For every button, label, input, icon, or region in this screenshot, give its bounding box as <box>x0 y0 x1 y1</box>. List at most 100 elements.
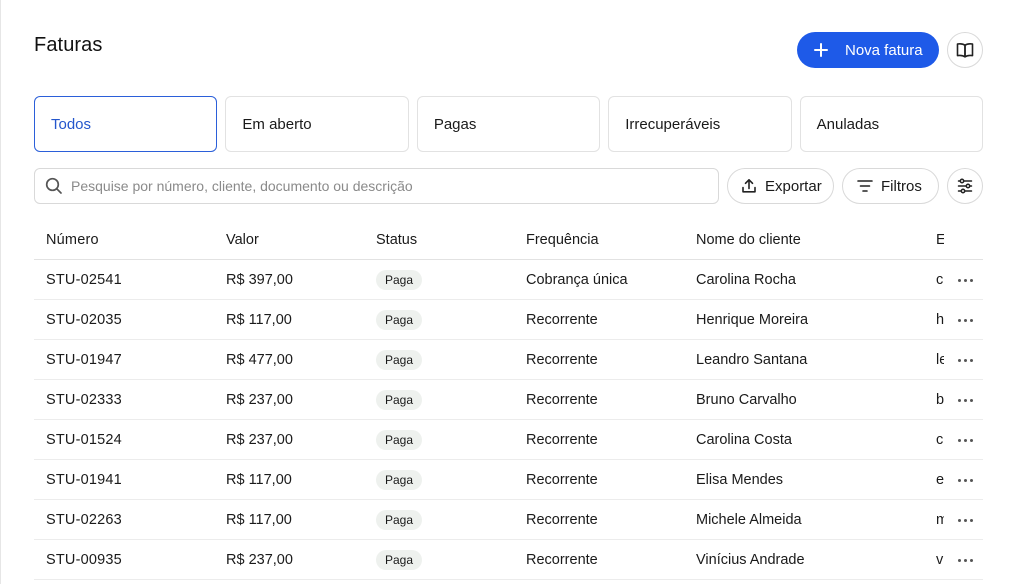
invoice-number: STU-02541 <box>46 272 122 288</box>
row-actions-button[interactable] <box>954 540 976 580</box>
client-email: e <box>936 472 944 488</box>
client-name: Carolina Costa <box>696 432 792 448</box>
invoice-frequency: Recorrente <box>526 432 598 448</box>
client-email: le <box>936 352 944 368</box>
search-input[interactable] <box>71 178 691 194</box>
docs-button[interactable] <box>947 32 983 68</box>
more-icon <box>957 318 973 322</box>
column-header-email[interactable]: E <box>936 220 944 260</box>
table-row[interactable]: STU-01941 R$ 117,00 Paga Recorrente Elis… <box>34 460 983 500</box>
client-email: h <box>936 312 944 328</box>
invoice-number: STU-00935 <box>46 552 122 568</box>
client-name: Leandro Santana <box>696 352 808 368</box>
invoice-frequency: Recorrente <box>526 312 598 328</box>
status-badge: Paga <box>376 350 423 370</box>
more-icon <box>957 398 973 402</box>
invoice-frequency: Recorrente <box>526 512 598 528</box>
status-badge: Paga <box>376 510 423 530</box>
new-invoice-label: Nova fatura <box>845 41 923 59</box>
client-name: Elisa Mendes <box>696 472 784 488</box>
row-actions-button[interactable] <box>954 460 976 500</box>
more-icon <box>957 278 973 282</box>
client-email: v <box>936 552 944 568</box>
table-row[interactable]: STU-01524 R$ 237,00 Paga Recorrente Caro… <box>34 420 983 460</box>
invoice-frequency: Recorrente <box>526 392 598 408</box>
export-label: Exportar <box>765 177 822 195</box>
invoice-frequency: Cobrança única <box>526 272 628 288</box>
tab-em-aberto[interactable]: Em aberto <box>225 96 409 152</box>
plus-icon <box>814 43 828 57</box>
status-badge: Paga <box>376 470 423 490</box>
tab-irrecuperaveis[interactable]: Irrecuperáveis <box>608 96 792 152</box>
book-icon <box>956 43 974 58</box>
status-badge: Paga <box>376 430 423 450</box>
new-invoice-button[interactable]: Nova fatura <box>797 32 939 68</box>
export-button[interactable]: Exportar <box>727 168 834 204</box>
table-row[interactable]: STU-02541 R$ 397,00 Paga Cobrança única … <box>34 260 983 300</box>
invoice-value: R$ 117,00 <box>226 312 292 328</box>
status-badge: Paga <box>376 270 423 290</box>
client-name: Vinícius Andrade <box>696 552 805 568</box>
filters-button[interactable]: Filtros <box>842 168 939 204</box>
tab-todos[interactable]: Todos <box>34 96 218 152</box>
invoice-value: R$ 397,00 <box>226 272 293 288</box>
filters-label: Filtros <box>881 177 922 195</box>
upload-icon <box>742 179 756 193</box>
client-name: Michele Almeida <box>696 512 802 528</box>
more-icon <box>957 558 973 562</box>
invoice-number: STU-01524 <box>46 432 122 448</box>
more-icon <box>957 478 973 482</box>
invoice-number: STU-02035 <box>46 312 122 328</box>
column-header-number[interactable]: Número <box>46 220 216 260</box>
more-icon <box>957 358 973 362</box>
filter-icon <box>857 180 873 192</box>
table-row[interactable]: STU-02263 R$ 117,00 Paga Recorrente Mich… <box>34 500 983 540</box>
sliders-icon <box>957 178 973 194</box>
row-actions-button[interactable] <box>954 420 976 460</box>
invoice-number: STU-01947 <box>46 352 122 368</box>
invoice-number: STU-02333 <box>46 392 122 408</box>
status-badge: Paga <box>376 310 423 330</box>
table-row[interactable]: STU-02333 R$ 237,00 Paga Recorrente Brun… <box>34 380 983 420</box>
row-actions-button[interactable] <box>954 500 976 540</box>
invoice-value: R$ 237,00 <box>226 392 293 408</box>
status-badge: Paga <box>376 550 423 570</box>
row-actions-button[interactable] <box>954 340 976 380</box>
page-title: Faturas <box>34 34 103 56</box>
column-header-status[interactable]: Status <box>376 220 516 260</box>
search-box <box>34 168 719 204</box>
invoice-value: R$ 237,00 <box>226 432 293 448</box>
invoice-frequency: Recorrente <box>526 552 598 568</box>
status-tabs: Todos Em aberto Pagas Irrecuperáveis Anu… <box>34 96 984 152</box>
invoice-frequency: Recorrente <box>526 472 598 488</box>
table-header: Número Valor Status Frequência Nome do c… <box>34 220 983 260</box>
table-row[interactable]: STU-01947 R$ 477,00 Paga Recorrente Lean… <box>34 340 983 380</box>
invoices-page: Faturas Nova fatura Todos Em aberto Paga… <box>0 0 1010 584</box>
row-actions-button[interactable] <box>954 380 976 420</box>
client-email: c <box>936 272 944 288</box>
search-icon <box>45 177 62 194</box>
tab-pagas[interactable]: Pagas <box>416 96 601 152</box>
table-row[interactable]: STU-00935 R$ 237,00 Paga Recorrente Viní… <box>34 540 983 580</box>
client-email: m <box>936 500 944 540</box>
row-actions-button[interactable] <box>954 300 976 340</box>
invoice-number: STU-02263 <box>46 512 122 528</box>
more-icon <box>957 438 973 442</box>
invoice-number: STU-01941 <box>46 472 122 488</box>
column-settings-button[interactable] <box>947 168 983 204</box>
client-name: Henrique Moreira <box>696 312 809 328</box>
client-name: Carolina Rocha <box>696 272 796 288</box>
invoice-value: R$ 117,00 <box>226 472 292 488</box>
row-actions-button[interactable] <box>954 260 976 300</box>
invoice-frequency: Recorrente <box>526 352 598 368</box>
client-name: Bruno Carvalho <box>696 392 797 408</box>
invoice-value: R$ 117,00 <box>226 512 292 528</box>
client-email: b <box>936 392 944 408</box>
column-header-value[interactable]: Valor <box>226 220 366 260</box>
column-header-client[interactable]: Nome do cliente <box>696 220 926 260</box>
tab-anuladas[interactable]: Anuladas <box>799 96 984 152</box>
column-header-frequency[interactable]: Frequência <box>526 220 686 260</box>
invoices-table: Número Valor Status Frequência Nome do c… <box>34 220 983 580</box>
invoice-value: R$ 237,00 <box>226 552 293 568</box>
table-row[interactable]: STU-02035 R$ 117,00 Paga Recorrente Henr… <box>34 300 983 340</box>
